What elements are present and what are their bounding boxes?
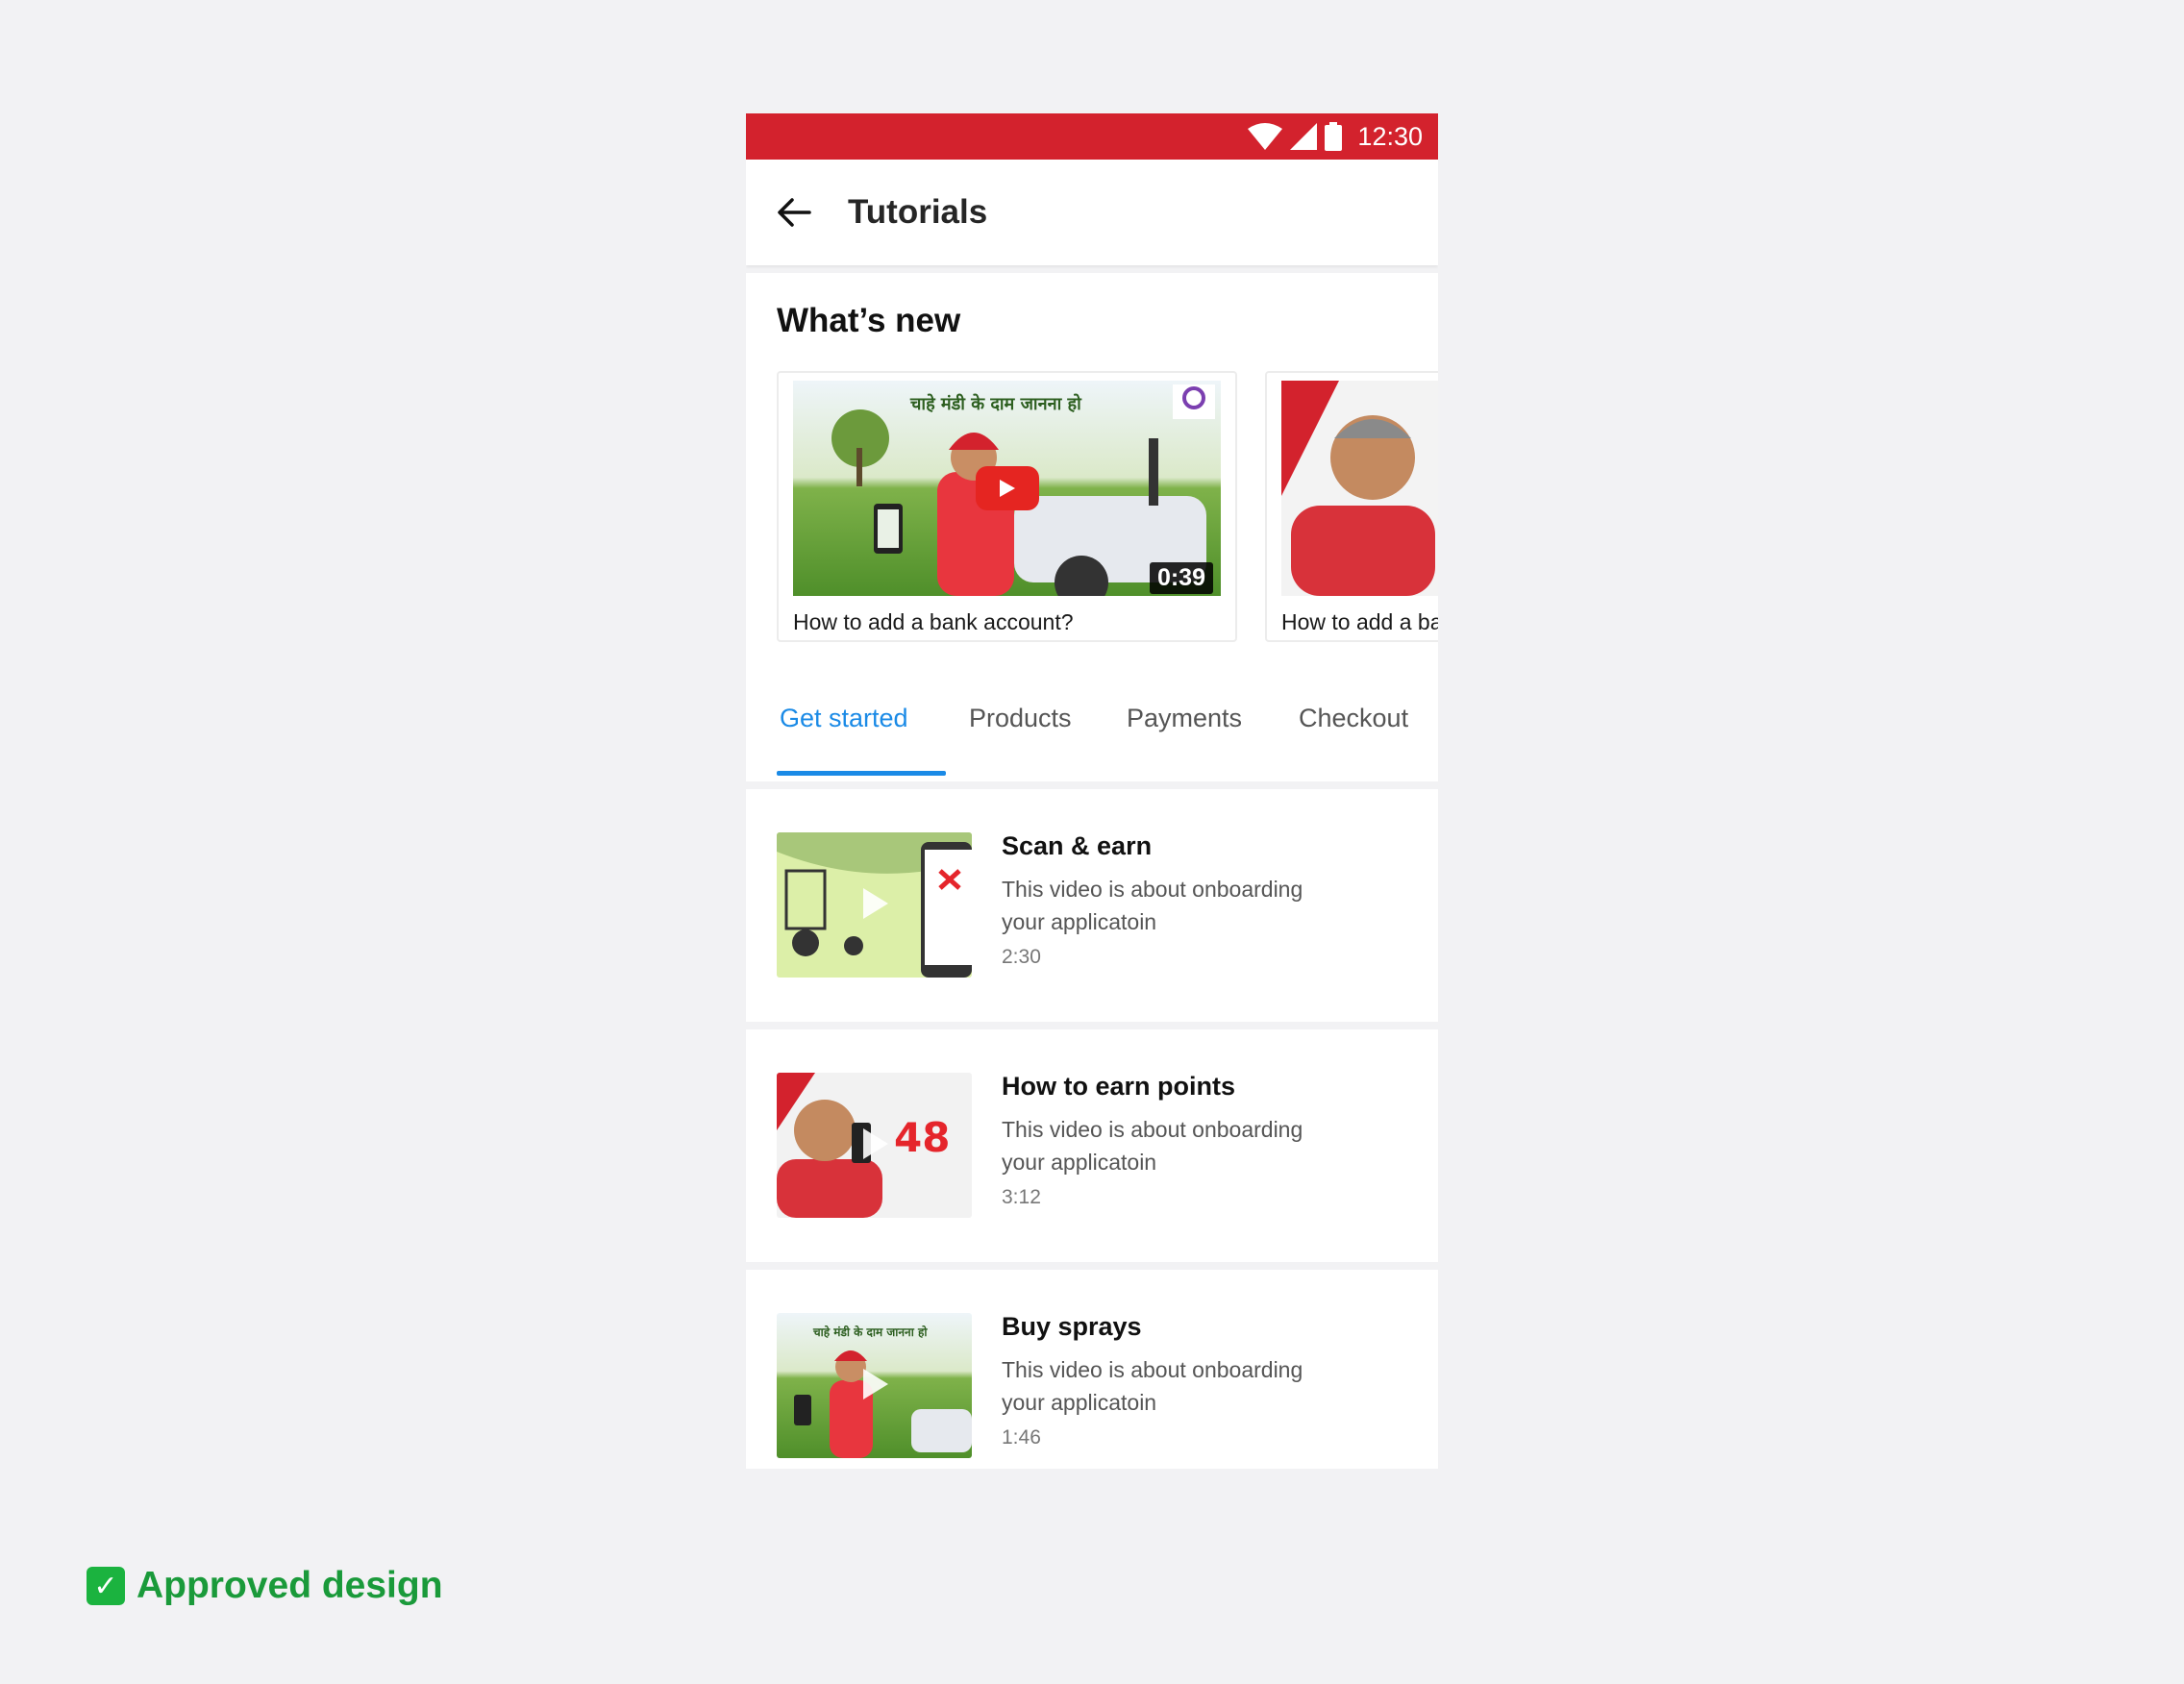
video-info: Buy sprays This video is about onboardin…: [1002, 1312, 1348, 1449]
wifi-icon: [1248, 123, 1283, 150]
thumbnail-image: [1281, 381, 1438, 596]
tab-label: Get started: [780, 704, 908, 732]
video-thumbnail: चाहे मंडी के दाम जानना हो 0:39: [793, 381, 1221, 596]
video-thumbnail: 48: [777, 1073, 972, 1218]
arrow-left-icon: [778, 198, 811, 227]
tab-label: Products: [969, 704, 1072, 732]
video-duration: 1:46: [1002, 1426, 1041, 1449]
tab-payments[interactable]: Payments: [1127, 686, 1242, 781]
video-caption: How to add a bank account?: [793, 609, 1074, 634]
list-item[interactable]: Scan & earn This video is about onboardi…: [746, 789, 1438, 1022]
video-duration: 2:30: [1002, 946, 1041, 968]
page-title: Tutorials: [848, 193, 988, 231]
tab-bar: Get started Products Payments Checkout: [746, 686, 1438, 781]
tab-get-started[interactable]: Get started: [777, 686, 946, 781]
video-card[interactable]: How to add a bank account?: [1265, 371, 1438, 642]
back-button[interactable]: [775, 193, 813, 232]
app-bar: Tutorials: [746, 160, 1438, 265]
checkmark-icon: ✓: [87, 1567, 125, 1605]
whats-new-section: What’s new चाहे मंडी के दाम जानना हो 0:3…: [746, 273, 1438, 781]
video-duration: 3:12: [1002, 1186, 1041, 1208]
thumbnail-text: चाहे मंडी के दाम जानना हो: [909, 393, 1082, 414]
status-time: 12:30: [1357, 121, 1423, 151]
approved-text: Approved design: [136, 1565, 443, 1606]
play-icon: [863, 888, 888, 919]
tab-label: Payments: [1127, 704, 1243, 732]
video-thumbnail: चाहे मंडी के दाम जानना हो: [777, 1313, 972, 1458]
video-title: Buy sprays: [1002, 1312, 1142, 1341]
video-thumbnail: [777, 832, 972, 978]
play-icon: [1000, 480, 1015, 497]
video-carousel[interactable]: चाहे मंडी के दाम जानना हो 0:39 How to ad…: [777, 371, 1438, 642]
tab-checkout[interactable]: Checkout: [1299, 686, 1408, 781]
video-description: This video is about onboarding your appl…: [1002, 1357, 1303, 1415]
video-info: How to earn points This video is about o…: [1002, 1072, 1348, 1209]
video-title: Scan & earn: [1002, 831, 1153, 860]
list-item[interactable]: 48 How to earn points This video is abou…: [746, 1029, 1438, 1262]
video-title: How to earn points: [1002, 1072, 1235, 1101]
video-card[interactable]: चाहे मंडी के दाम जानना हो 0:39 How to ad…: [777, 371, 1237, 642]
whats-new-heading: What’s new: [777, 302, 961, 339]
video-duration: 0:39: [1149, 562, 1213, 594]
status-bar: 12:30: [746, 113, 1438, 160]
thumbnail-text: चाहे मंडी के दाम जानना हो: [812, 1325, 928, 1339]
video-thumbnail: [1281, 381, 1438, 596]
battery-icon: [1325, 122, 1343, 151]
video-description: This video is about onboarding your appl…: [1002, 877, 1303, 934]
video-description: This video is about onboarding your appl…: [1002, 1117, 1303, 1175]
tab-products[interactable]: Products: [969, 686, 1072, 781]
video-info: Scan & earn This video is about onboardi…: [1002, 831, 1348, 969]
video-caption: How to add a bank account?: [1281, 609, 1438, 634]
phone-screen: 12:30 Tutorials What’s new चाहे मंडी के …: [746, 113, 1438, 1469]
list-item[interactable]: चाहे मंडी के दाम जानना हो Buy sprays Thi…: [746, 1270, 1438, 1469]
thumbnail-text: 48: [894, 1114, 950, 1161]
play-icon: [863, 1369, 888, 1399]
signal-icon: [1290, 123, 1318, 150]
active-tab-indicator: [777, 771, 946, 776]
tab-label: Checkout: [1299, 704, 1409, 732]
play-icon: [863, 1128, 888, 1159]
approved-design-label: ✓ Approved design: [87, 1565, 443, 1607]
play-button[interactable]: [976, 466, 1039, 510]
